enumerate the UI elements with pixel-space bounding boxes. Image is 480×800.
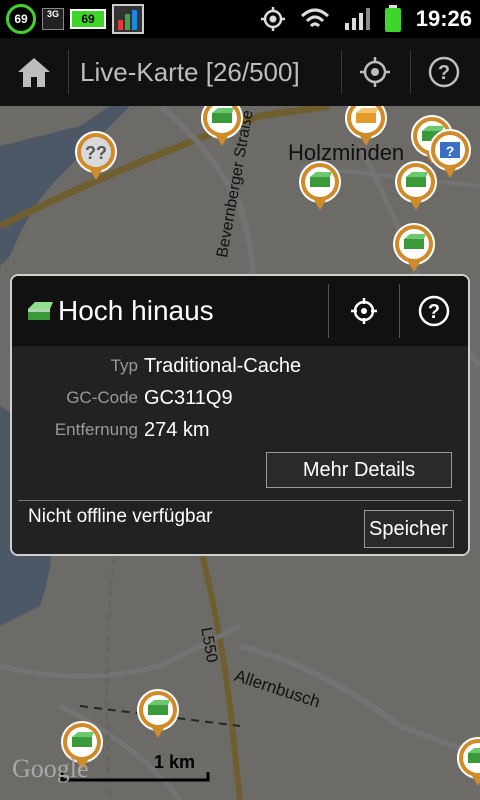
- popup-help-button[interactable]: ?: [400, 276, 468, 346]
- separator: [18, 500, 462, 501]
- scale-label: 1 km: [154, 752, 196, 772]
- help-icon: ?: [418, 295, 450, 327]
- action-bar: Live-Karte [26/500] ?: [0, 38, 480, 107]
- cache-pin-traditional[interactable]: [394, 160, 438, 212]
- home-button[interactable]: [0, 38, 68, 106]
- cache-unknown-icon: ??: [75, 131, 117, 180]
- svg-text:?: ?: [446, 143, 455, 159]
- help-icon: ?: [428, 56, 460, 88]
- cache-pin-multi[interactable]: [344, 106, 388, 148]
- cache-traditional-icon: [393, 223, 435, 272]
- svg-text:?: ?: [428, 301, 440, 323]
- crosshair-icon: [351, 298, 377, 324]
- info-label: Entfernung: [54, 420, 138, 439]
- info-row: Typ Traditional-Cache: [12, 350, 468, 382]
- google-attribution: Google: [12, 754, 89, 783]
- clock: 19:26: [415, 6, 472, 31]
- cache-traditional-icon: [137, 689, 179, 738]
- page-title: Live-Karte [26/500]: [80, 57, 300, 87]
- popup-body: Typ Traditional-Cache GC-Code GC311Q9 En…: [12, 346, 468, 554]
- info-row: Entfernung 274 km: [12, 414, 468, 446]
- cache-pin-unknown[interactable]: ??: [74, 130, 118, 182]
- offline-status: Nicht offline verfügbar: [28, 506, 213, 527]
- wifi-icon: [300, 8, 329, 28]
- divider: [68, 50, 69, 94]
- cache-traditional-icon: [28, 302, 53, 320]
- svg-text:??: ??: [85, 143, 107, 163]
- locate-icon: [360, 57, 390, 87]
- cache-pin-traditional[interactable]: [298, 160, 342, 212]
- cache-traditional-icon: [201, 106, 243, 146]
- battery-icon: [384, 5, 401, 32]
- cache-traditional-icon: [457, 737, 480, 786]
- popup-header: Hoch hinaus ?: [12, 276, 468, 346]
- notification-icons: 69 3G 69: [6, 3, 144, 35]
- battery-widget-icon: 69: [70, 9, 106, 29]
- info-row: GC-Code GC311Q9: [12, 382, 468, 414]
- home-icon: [18, 58, 50, 87]
- info-value: GC311Q9: [144, 387, 233, 409]
- info-value: 274 km: [144, 419, 210, 441]
- cache-pin-traditional[interactable]: [136, 688, 180, 740]
- cache-traditional-icon: [299, 161, 341, 210]
- info-label: GC-Code: [66, 388, 138, 407]
- cache-title: Hoch hinaus: [58, 295, 214, 326]
- network-3g-icon: 3G: [42, 8, 64, 30]
- cache-pin-traditional[interactable]: [392, 222, 436, 274]
- navigate-button[interactable]: [330, 276, 398, 346]
- gps-icon: [260, 7, 285, 31]
- info-value: Traditional-Cache: [144, 355, 302, 377]
- system-icons: 19:26: [260, 0, 472, 38]
- cache-multi-icon: [345, 106, 387, 146]
- info-label: Typ: [110, 356, 138, 375]
- divider: [328, 284, 329, 338]
- cache-traditional-icon: [395, 161, 437, 210]
- more-details-button[interactable]: Mehr Details: [266, 452, 452, 488]
- signal-icon: [344, 8, 370, 30]
- save-button[interactable]: Speicher: [364, 510, 454, 548]
- my-location-button[interactable]: [341, 38, 409, 106]
- cache-pin-traditional[interactable]: [200, 106, 244, 148]
- app-chart-icon: [112, 4, 144, 34]
- help-button[interactable]: ?: [410, 38, 478, 106]
- battery-percent-indicator: 69: [6, 4, 36, 34]
- status-bar: 69 3G 69 19:26: [0, 0, 480, 38]
- cache-info-popup: Hoch hinaus ? Typ Traditional-Cache GC-C…: [10, 274, 470, 556]
- svg-text:?: ?: [438, 62, 450, 84]
- cache-pin-traditional[interactable]: [456, 736, 480, 788]
